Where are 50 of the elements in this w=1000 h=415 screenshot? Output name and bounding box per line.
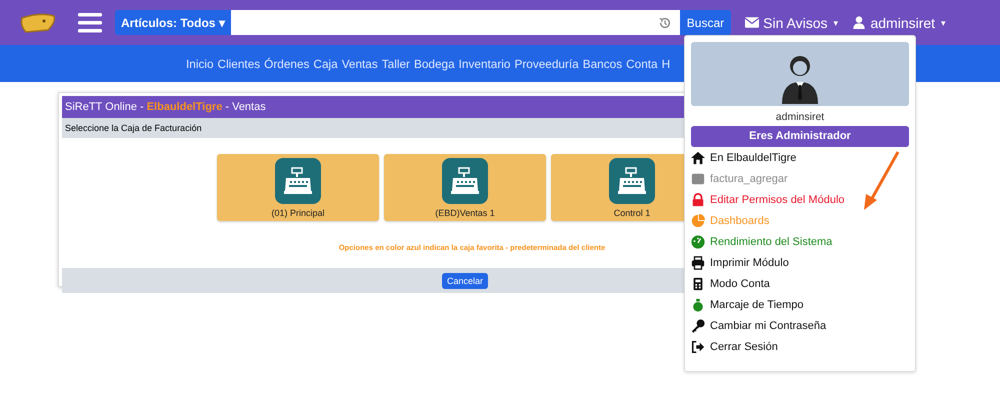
history-icon[interactable] (658, 16, 672, 30)
nav-link[interactable]: H (662, 56, 670, 70)
printer-icon (691, 256, 705, 270)
notices-dropdown[interactable]: Sin Avisos ▾ (745, 14, 838, 30)
key-icon (691, 318, 705, 332)
calculator-icon (691, 276, 705, 290)
nav-link[interactable]: Ventas (342, 56, 378, 70)
user-icon (852, 16, 866, 29)
menu-item[interactable]: Cambiar mi Contraseña (691, 315, 909, 336)
user-label: adminsiret (870, 14, 936, 30)
nav-link[interactable]: Proveeduría (514, 56, 579, 70)
menu-item[interactable]: Imprimir Módulo (691, 252, 909, 273)
cash-register-icon (275, 158, 321, 204)
cash-register-icon (442, 158, 488, 204)
card-icon (691, 172, 705, 186)
stopwatch-icon (691, 298, 705, 312)
caret-icon: ▾ (941, 18, 946, 28)
search-scope-dropdown[interactable]: Artículos: Todos ▾ (115, 10, 231, 35)
gauge-icon (691, 234, 705, 248)
nav-link[interactable]: Clientes (218, 56, 260, 70)
menu-item[interactable]: Rendimiento del Sistema (691, 231, 909, 252)
logo-icon (18, 12, 58, 34)
home-icon (691, 150, 705, 164)
cash-register-tile[interactable]: (01) Principal (217, 154, 379, 221)
logout-icon (691, 340, 705, 354)
pie-chart-icon (691, 214, 705, 228)
role-badge: Eres Administrador (691, 126, 909, 147)
notices-label: Sin Avisos (763, 14, 828, 30)
nav-link[interactable]: Inventario (458, 56, 510, 70)
menu-icon[interactable] (78, 12, 102, 34)
cash-register-icon (609, 158, 655, 204)
nav-link[interactable]: Inicio (186, 56, 214, 70)
nav-link[interactable]: Caja (313, 56, 338, 70)
search-field[interactable] (230, 10, 680, 35)
cash-register-tile[interactable]: (EBD)Ventas 1 (384, 154, 546, 221)
search-button[interactable]: Buscar (680, 10, 732, 35)
nav-link[interactable]: Taller (382, 56, 410, 70)
nav-link[interactable]: Bancos (582, 56, 622, 70)
annotation-arrow (862, 150, 902, 212)
nav-link[interactable]: Conta (626, 56, 658, 70)
nav-link[interactable]: Bodega (414, 56, 455, 70)
lock-icon (691, 192, 705, 206)
cancel-button[interactable]: Cancelar (442, 272, 488, 288)
nav-link[interactable]: Órdenes (264, 56, 310, 70)
menu-item[interactable]: Cerrar Sesión (691, 336, 909, 357)
caret-icon: ▾ (833, 18, 838, 28)
menu-item[interactable]: Modo Conta (691, 273, 909, 294)
envelope-icon (745, 16, 760, 29)
menu-item[interactable]: Marcaje de Tiempo (691, 294, 909, 315)
user-dropdown[interactable]: adminsiret ▾ (852, 14, 946, 30)
